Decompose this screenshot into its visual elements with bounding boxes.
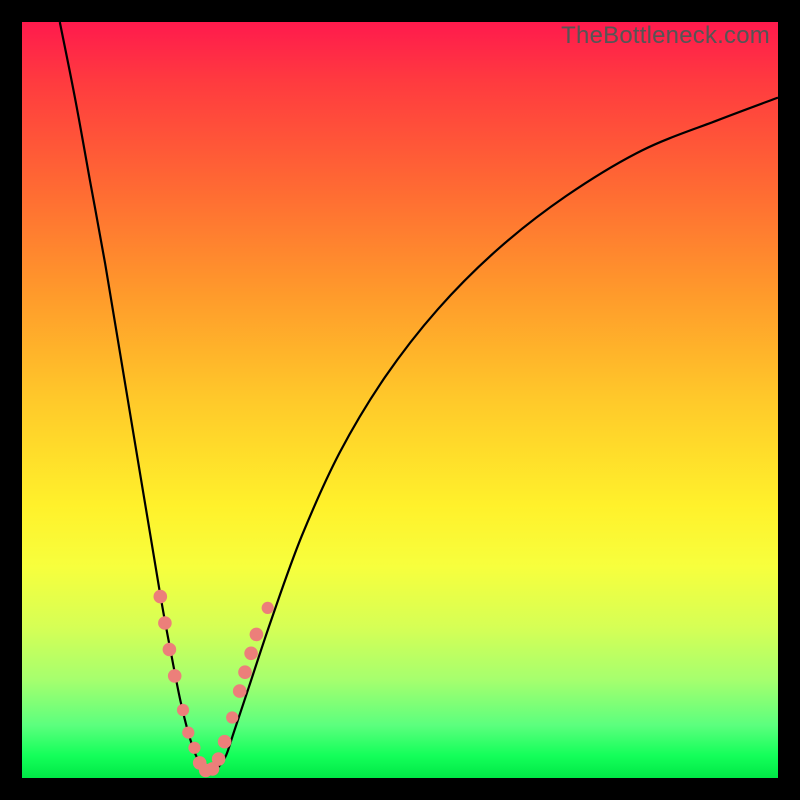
curve-marker	[182, 727, 194, 739]
chart-frame: TheBottleneck.com	[0, 0, 800, 800]
curve-marker	[177, 704, 189, 716]
curve-layer	[22, 22, 778, 778]
bottleneck-curve	[60, 22, 778, 770]
curve-marker	[163, 643, 177, 657]
curve-marker	[212, 752, 226, 766]
curve-marker	[233, 684, 247, 698]
curve-marker	[238, 665, 252, 679]
curve-marker	[188, 742, 200, 754]
curve-marker	[168, 669, 182, 683]
curve-marker	[218, 735, 232, 749]
curve-marker	[244, 647, 258, 661]
curve-marker	[250, 628, 264, 642]
plot-area: TheBottleneck.com	[22, 22, 778, 778]
curve-marker	[262, 602, 274, 614]
curve-marker	[158, 616, 172, 630]
marker-group	[154, 590, 274, 777]
curve-marker	[154, 590, 168, 604]
curve-marker	[226, 711, 238, 723]
